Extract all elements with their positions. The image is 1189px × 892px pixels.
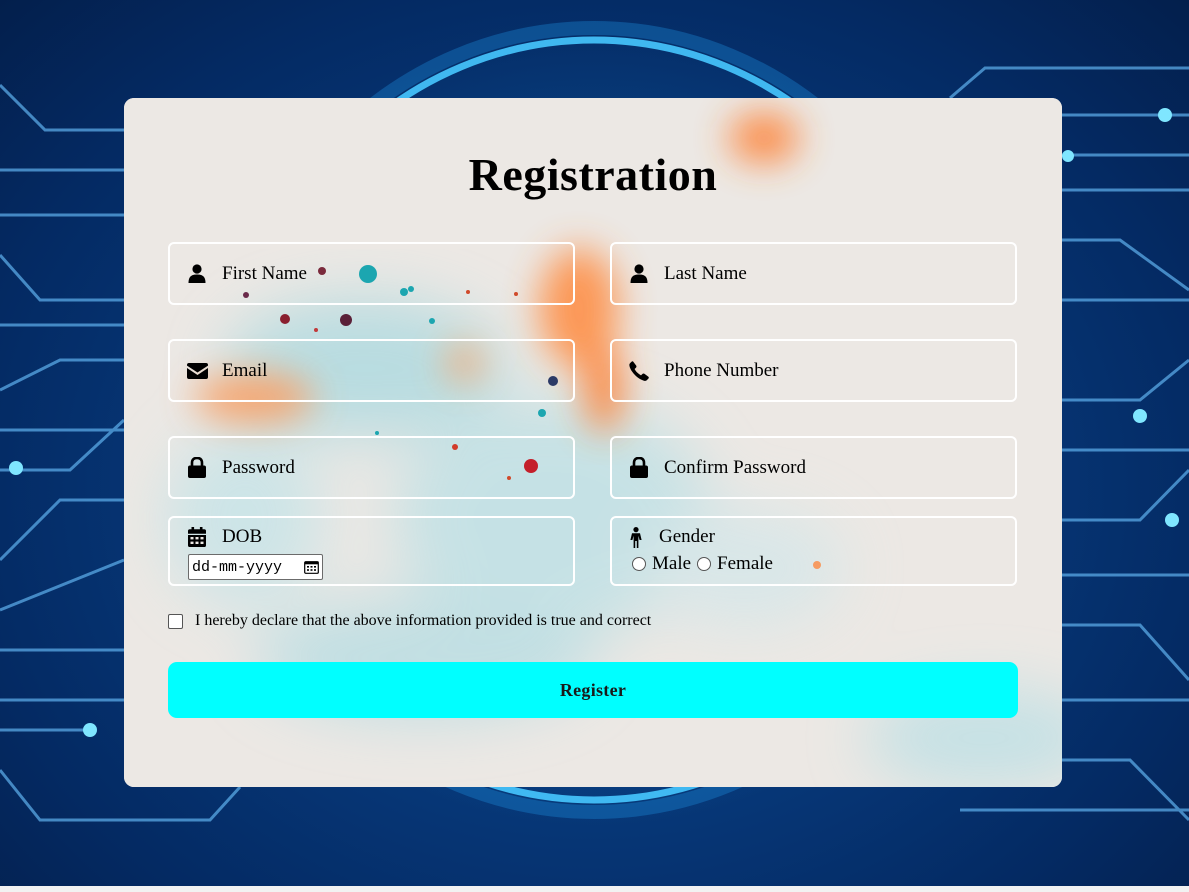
gender-female-radio[interactable] (697, 557, 712, 571)
declaration-checkbox[interactable] (168, 613, 183, 629)
password-placeholder: Password (222, 456, 295, 478)
calendar-picker-icon[interactable] (304, 560, 319, 574)
gender-male-radio[interactable] (632, 557, 646, 571)
gender-female-label[interactable]: Female (717, 553, 773, 575)
last-name-placeholder: Last Name (664, 262, 747, 284)
calendar-icon (188, 527, 206, 547)
lock-icon (186, 457, 208, 479)
gender-male-label[interactable]: Male (652, 553, 691, 575)
page-title: Registration (468, 149, 718, 200)
dob-label: DOB (222, 526, 263, 547)
declaration-text: I hereby declare that the above informat… (195, 612, 652, 629)
last-name-field[interactable]: Last Name (610, 242, 1017, 305)
user-icon (186, 263, 208, 285)
declaration-row: I hereby declare that the above informat… (168, 612, 651, 630)
dob-field: DOB dd-mm-yyyy (168, 516, 575, 586)
user-icon (628, 263, 650, 285)
bottom-edge (0, 886, 1189, 892)
envelope-icon (186, 360, 208, 382)
phone-field[interactable]: Phone Number (610, 339, 1017, 402)
first-name-field[interactable]: First Name (168, 242, 575, 305)
gender-label: Gender (659, 526, 715, 547)
first-name-placeholder: First Name (222, 262, 307, 284)
registration-card: Registration First Name Last Name Email … (124, 98, 1062, 787)
lock-icon (628, 457, 650, 479)
phone-placeholder: Phone Number (664, 359, 779, 381)
email-placeholder: Email (222, 359, 268, 381)
dob-date-placeholder: dd-mm-yyyy (192, 558, 283, 576)
register-button[interactable]: Register (168, 662, 1018, 718)
confirm-password-field[interactable]: Confirm Password (610, 436, 1017, 499)
phone-icon (628, 360, 650, 382)
email-field[interactable]: Email (168, 339, 575, 402)
person-icon (630, 526, 642, 548)
password-field[interactable]: Password (168, 436, 575, 499)
gender-field: Gender Male Female (610, 516, 1017, 586)
dob-date-input[interactable]: dd-mm-yyyy (188, 554, 323, 580)
confirm-password-placeholder: Confirm Password (664, 456, 806, 478)
